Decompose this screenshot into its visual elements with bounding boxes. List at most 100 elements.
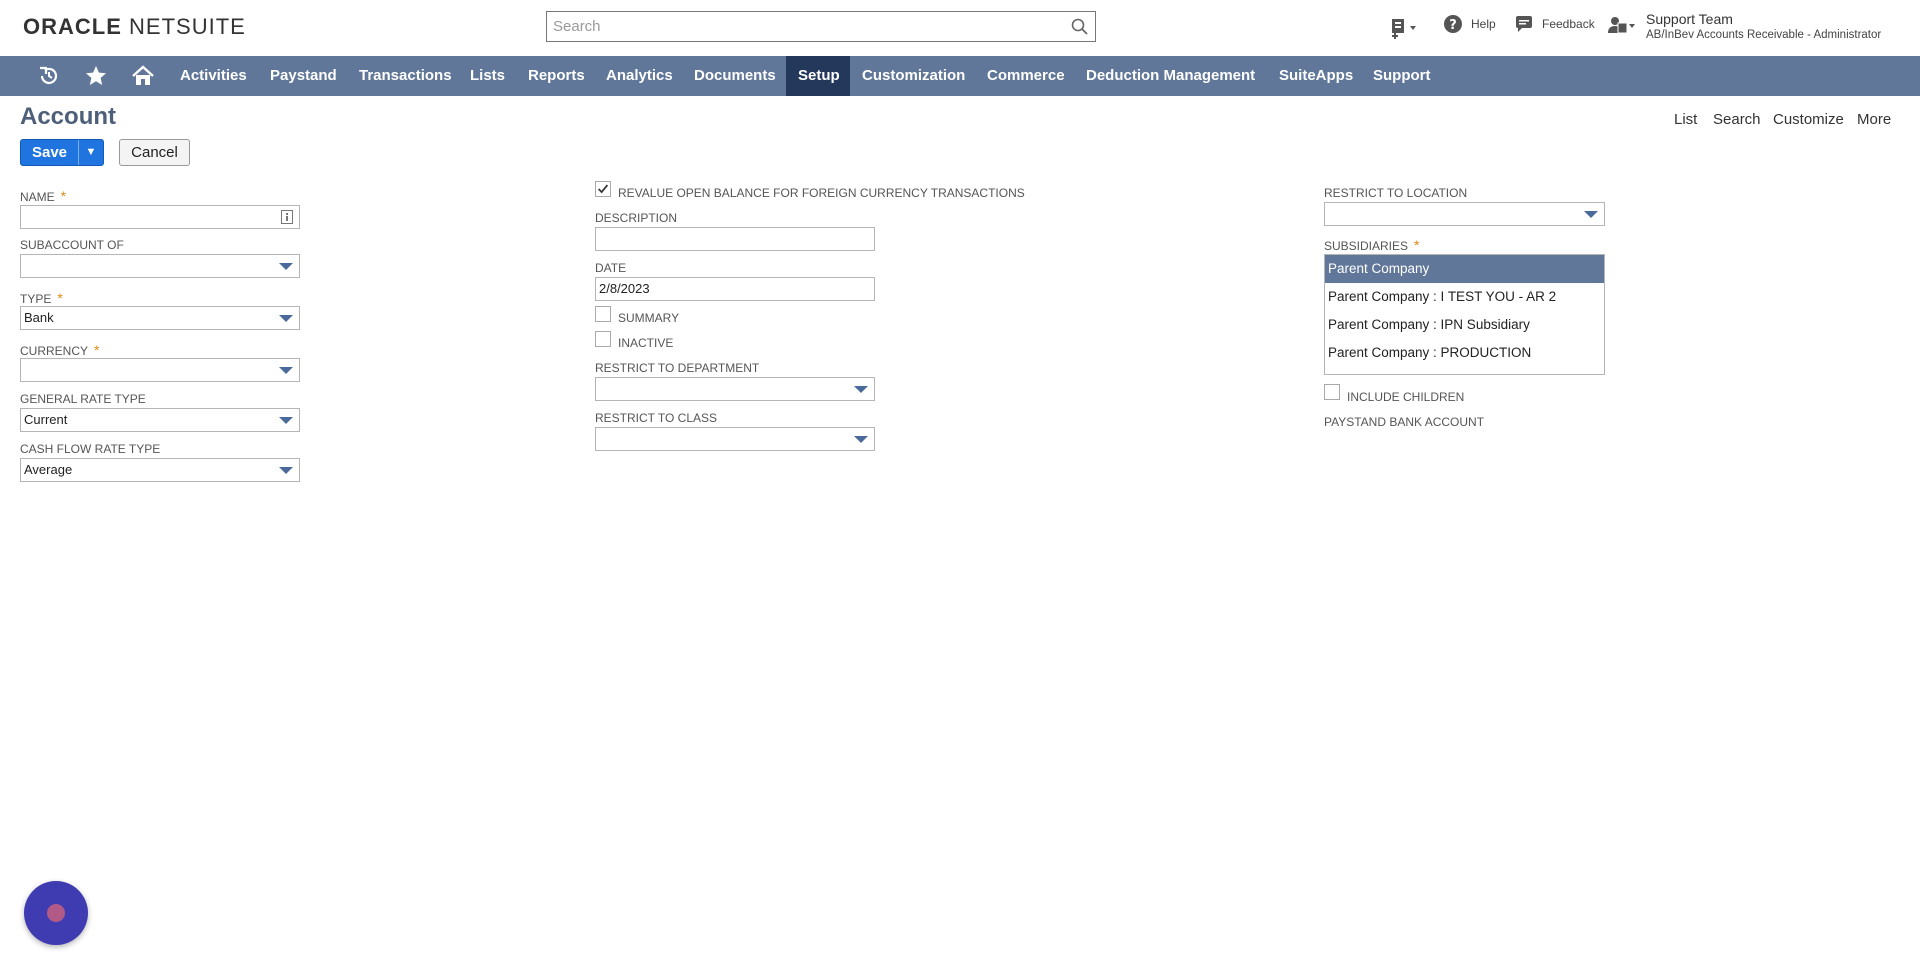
required-indicator: * <box>1414 237 1420 253</box>
type-label-text: Type <box>20 292 52 306</box>
global-search-input[interactable] <box>547 12 1057 41</box>
type-select[interactable]: Bank <box>20 306 300 330</box>
restrict-location-select[interactable] <box>1324 202 1605 226</box>
favorites-star-icon[interactable] <box>84 64 108 88</box>
description-label: Description <box>595 211 678 225</box>
global-search[interactable] <box>546 11 1096 42</box>
cash-flow-rate-type-select[interactable]: Average <box>20 458 300 482</box>
general-rate-type-select[interactable]: Current <box>20 408 300 432</box>
inactive-label: Inactive <box>618 336 674 350</box>
help-label: Help <box>1471 17 1496 31</box>
required-indicator: * <box>60 188 67 204</box>
netsuite-logo[interactable]: ORACLE NETSUITE <box>23 14 246 40</box>
type-label: Type * <box>20 290 63 306</box>
name-label-text: Name <box>20 190 55 204</box>
subaccount-select[interactable] <box>20 254 300 278</box>
nav-documents[interactable]: Documents <box>682 56 788 96</box>
description-input[interactable] <box>595 227 875 251</box>
more-link[interactable]: More <box>1857 111 1891 128</box>
recent-records-icon[interactable] <box>37 64 61 88</box>
name-input[interactable] <box>20 205 300 229</box>
user-info[interactable]: Support Team AB/InBev Accounts Receivabl… <box>1646 11 1881 41</box>
nav-activities[interactable]: Activities <box>168 56 259 96</box>
nav-transactions[interactable]: Transactions <box>347 56 464 96</box>
checkmark-icon <box>598 184 609 194</box>
logo-oracle: ORACLE <box>23 14 122 39</box>
dropdown-arrow-icon <box>279 315 293 322</box>
subsidiaries-label-text: Subsidiaries <box>1324 239 1409 253</box>
restrict-department-label: Restrict to Department <box>595 361 760 375</box>
subsidiaries-label: Subsidiaries * <box>1324 237 1419 253</box>
currency-label: Currency * <box>20 342 99 358</box>
inactive-checkbox[interactable] <box>595 331 611 347</box>
save-button[interactable]: Save ▼ <box>20 139 104 166</box>
nav-lists[interactable]: Lists <box>458 56 517 96</box>
include-children-checkbox[interactable] <box>1324 384 1340 400</box>
field-help-icon[interactable] <box>281 210 293 224</box>
subsidiary-option[interactable]: Parent Company : I TEST YOU - AR 2 <box>1325 283 1604 311</box>
subaccount-label: Subaccount of <box>20 238 124 252</box>
revalue-label: Revalue open balance for foreign currenc… <box>618 186 1025 200</box>
dropdown-arrow-icon <box>854 386 868 393</box>
include-children-label: Include Children <box>1347 390 1465 404</box>
feedback-label: Feedback <box>1542 17 1595 31</box>
dropdown-arrow-icon <box>854 436 868 443</box>
customize-link[interactable]: Customize <box>1773 111 1844 128</box>
cancel-button[interactable]: Cancel <box>119 139 190 166</box>
dropdown-arrow-icon <box>1584 211 1598 218</box>
nav-commerce[interactable]: Commerce <box>975 56 1077 96</box>
restrict-department-select[interactable] <box>595 377 875 401</box>
search-icon[interactable] <box>1071 18 1088 35</box>
nav-analytics[interactable]: Analytics <box>594 56 685 96</box>
help-icon: ? <box>1444 15 1462 33</box>
required-indicator: * <box>57 290 63 306</box>
restrict-location-label: Restrict to Location <box>1324 186 1468 200</box>
create-new-icon[interactable] <box>1390 17 1418 39</box>
user-role: AB/InBev Accounts Receivable - Administr… <box>1646 29 1882 41</box>
dropdown-arrow-icon <box>279 467 293 474</box>
list-link[interactable]: List <box>1674 111 1697 128</box>
nav-setup[interactable]: Setup <box>786 56 850 96</box>
cash-flow-rate-type-value: Average <box>24 462 73 477</box>
nav-customization[interactable]: Customization <box>850 56 977 96</box>
help-link[interactable]: ? Help <box>1443 14 1496 34</box>
nav-suiteapps[interactable]: SuiteApps <box>1267 56 1365 96</box>
summary-label: Summary <box>618 311 680 325</box>
save-options-dropdown-icon[interactable]: ▼ <box>79 140 103 165</box>
chat-widget-button[interactable] <box>24 881 88 945</box>
nav-reports[interactable]: Reports <box>516 56 597 96</box>
subsidiary-option[interactable]: Parent Company : PRODUCTION <box>1325 339 1604 367</box>
roles-icon[interactable] <box>1606 15 1636 37</box>
general-rate-type-value: Current <box>24 412 68 427</box>
logo-netsuite: NETSUITE <box>129 14 246 39</box>
restrict-class-select[interactable] <box>595 427 875 451</box>
dropdown-arrow-icon <box>279 417 293 424</box>
user-name: Support Team <box>1646 11 1733 27</box>
date-input[interactable]: 2/8/2023 <box>595 277 875 301</box>
nav-paystand[interactable]: Paystand <box>258 56 349 96</box>
search-link[interactable]: Search <box>1713 111 1761 128</box>
currency-select[interactable] <box>20 358 300 382</box>
subsidiary-option[interactable]: Parent Company <box>1325 255 1604 283</box>
feedback-icon <box>1516 16 1532 32</box>
page-title: Account <box>20 103 116 130</box>
nav-deduction-management[interactable]: Deduction Management <box>1074 56 1267 96</box>
cash-flow-rate-type-label: Cash Flow Rate Type <box>20 442 161 456</box>
required-indicator: * <box>94 342 100 358</box>
revalue-checkbox[interactable] <box>595 181 611 197</box>
summary-checkbox[interactable] <box>595 306 611 322</box>
nav-support[interactable]: Support <box>1361 56 1443 96</box>
chat-indicator-icon <box>47 904 65 922</box>
home-icon[interactable] <box>131 64 155 88</box>
restrict-class-label: Restrict to Class <box>595 411 718 425</box>
subsidiary-option[interactable]: Parent Company : IPN Subsidiary <box>1325 311 1604 339</box>
name-label: Name * <box>20 188 66 204</box>
dropdown-arrow-icon <box>279 263 293 270</box>
subsidiaries-multiselect[interactable]: Parent Company Parent Company : I TEST Y… <box>1324 254 1605 375</box>
paystand-bank-account-label: Paystand Bank Account <box>1324 415 1485 429</box>
top-header: ORACLE NETSUITE ? Help Feedback <box>0 0 1920 56</box>
save-button-label: Save <box>31 144 68 161</box>
date-label: Date <box>595 261 627 275</box>
feedback-link[interactable]: Feedback <box>1514 14 1595 34</box>
svg-text:?: ? <box>1449 18 1457 33</box>
